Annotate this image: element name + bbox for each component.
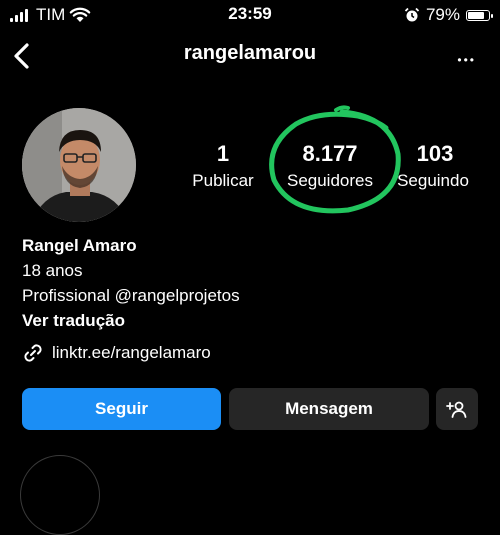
bio-line-age: 18 anos	[22, 261, 83, 280]
message-button[interactable]: Mensagem	[229, 388, 429, 430]
see-translation-link[interactable]: Ver tradução	[22, 308, 240, 333]
profile-photo	[22, 108, 136, 222]
bio-line-profession[interactable]: Profissional @rangelprojetos	[22, 283, 240, 308]
link-icon	[24, 344, 42, 362]
status-bar-right: 79%	[404, 4, 493, 26]
stat-posts[interactable]: 1 Publicar	[182, 142, 264, 192]
follow-button[interactable]: Seguir	[22, 388, 221, 430]
profile-username: rangelamarou	[183, 42, 317, 64]
profile-bio: Rangel Amaro 18 anos Profissional @range…	[22, 233, 240, 333]
posts-label: Publicar	[192, 171, 254, 190]
profile-name: Rangel Amaro	[22, 236, 137, 255]
more-horizontal-icon[interactable]: •••	[457, 50, 476, 70]
profile-link[interactable]: linktr.ee/rangelamaro	[22, 342, 211, 364]
story-highlight[interactable]	[20, 455, 100, 535]
link-text[interactable]: linktr.ee/rangelamaro	[52, 343, 211, 363]
alarm-icon	[404, 7, 420, 22]
battery-percent: 79%	[425, 5, 460, 24]
avatar[interactable]	[22, 108, 136, 222]
add-user-button[interactable]	[436, 388, 478, 430]
highlight-circle-annotation	[269, 105, 401, 214]
posts-count: 1	[216, 141, 230, 166]
battery-icon	[466, 9, 493, 21]
battery-level	[468, 11, 484, 19]
add-user-icon	[446, 401, 467, 418]
